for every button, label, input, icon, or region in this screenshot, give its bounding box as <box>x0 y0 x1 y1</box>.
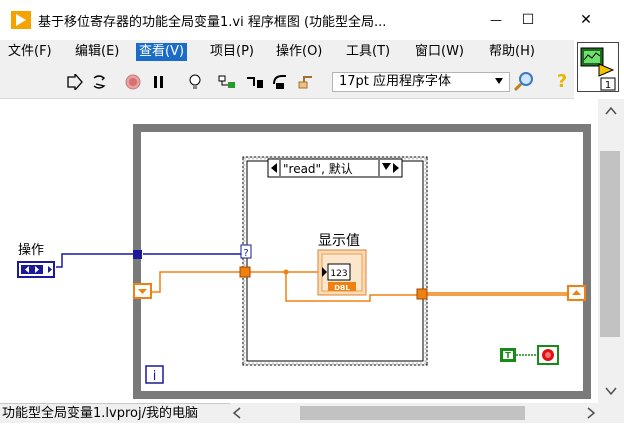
search-icon[interactable] <box>512 70 538 92</box>
maximize-button[interactable]: ☐ <box>508 6 548 34</box>
case-selector-terminal-label: ? <box>243 248 248 259</box>
menu-tools[interactable]: 工具(T) <box>343 43 393 61</box>
maximize-icon: ☐ <box>521 12 535 28</box>
block-diagram-canvas[interactable]: ? 123 DBL i T 操作 "read", 默认 显示值 <box>0 99 594 403</box>
true-constant-label: T <box>505 351 511 360</box>
vi-icon[interactable]: 1 <box>577 42 619 92</box>
dbl-output-tunnel[interactable] <box>416 288 428 300</box>
chevron-down-icon <box>495 78 503 84</box>
labview-run-icon <box>11 11 31 29</box>
menu-view[interactable]: 查看(V) <box>136 43 188 61</box>
highlight-execution-icon[interactable] <box>186 74 204 90</box>
minimize-icon: — <box>490 13 502 27</box>
scroll-down-icon[interactable] <box>605 387 617 396</box>
toolbar: 17pt 应用程序字体 ? <box>0 64 574 99</box>
vi-icon-badge: 1 <box>605 80 611 91</box>
run-continuously-icon[interactable] <box>90 74 108 90</box>
window-title: 基于移位寄存器的功能全局变量1.vi 程序框图 (功能型全局... <box>38 15 387 30</box>
help-icon[interactable]: ? <box>554 70 570 92</box>
step-out-icon[interactable] <box>298 74 316 90</box>
case-selector-value[interactable]: "read", 默认 <box>283 160 353 177</box>
pause-icon[interactable] <box>150 74 168 90</box>
menu-file[interactable]: 文件(F) <box>5 43 55 61</box>
horizontal-scrollbar[interactable] <box>230 403 624 423</box>
menu-project[interactable]: 项目(P) <box>207 43 257 61</box>
enum-tunnel[interactable] <box>133 250 142 259</box>
font-select[interactable]: 17pt 应用程序字体 <box>332 72 510 92</box>
run-arrow-icon[interactable] <box>66 74 84 90</box>
close-icon: ✕ <box>580 12 592 28</box>
dbl-input-tunnel[interactable] <box>239 266 251 278</box>
indicator-numeric-glyph: 123 <box>330 269 347 279</box>
close-button[interactable]: ✕ <box>566 6 606 34</box>
step-over-icon[interactable] <box>272 74 290 90</box>
svg-text:?: ? <box>557 71 567 92</box>
menu-help[interactable]: 帮助(H) <box>486 43 538 61</box>
retain-wire-values-icon[interactable] <box>218 74 236 90</box>
menu-operate[interactable]: 操作(O) <box>273 43 325 61</box>
menu-bar: 文件(F) 编辑(E) 查看(V) 项目(P) 操作(O) 工具(T) 窗口(W… <box>0 40 574 64</box>
operation-label: 操作 <box>18 243 45 258</box>
abort-icon[interactable] <box>124 74 142 90</box>
vertical-scrollbar-thumb[interactable] <box>600 151 620 337</box>
step-into-icon[interactable] <box>246 74 264 90</box>
scroll-up-icon[interactable] <box>605 106 617 115</box>
font-select-value: 17pt 应用程序字体 <box>339 74 452 89</box>
scroll-left-icon[interactable] <box>232 407 241 419</box>
iteration-terminal-label: i <box>153 369 157 384</box>
horizontal-scrollbar-thumb[interactable] <box>300 406 525 420</box>
scroll-right-icon[interactable] <box>587 407 596 419</box>
block-diagram: ? 123 DBL i T <box>17 124 591 399</box>
project-path: 功能型全局变量1.lvproj/我的电脑 <box>0 403 232 423</box>
indicator-type-label: DBL <box>334 284 350 292</box>
menu-window[interactable]: 窗口(W) <box>412 43 467 61</box>
vertical-scrollbar[interactable] <box>598 99 624 403</box>
display-value-label: 显示值 <box>318 233 360 249</box>
title-bar: 基于移位寄存器的功能全局变量1.vi 程序框图 (功能型全局... — ☐ ✕ <box>0 0 624 40</box>
menu-edit[interactable]: 编辑(E) <box>72 43 122 61</box>
